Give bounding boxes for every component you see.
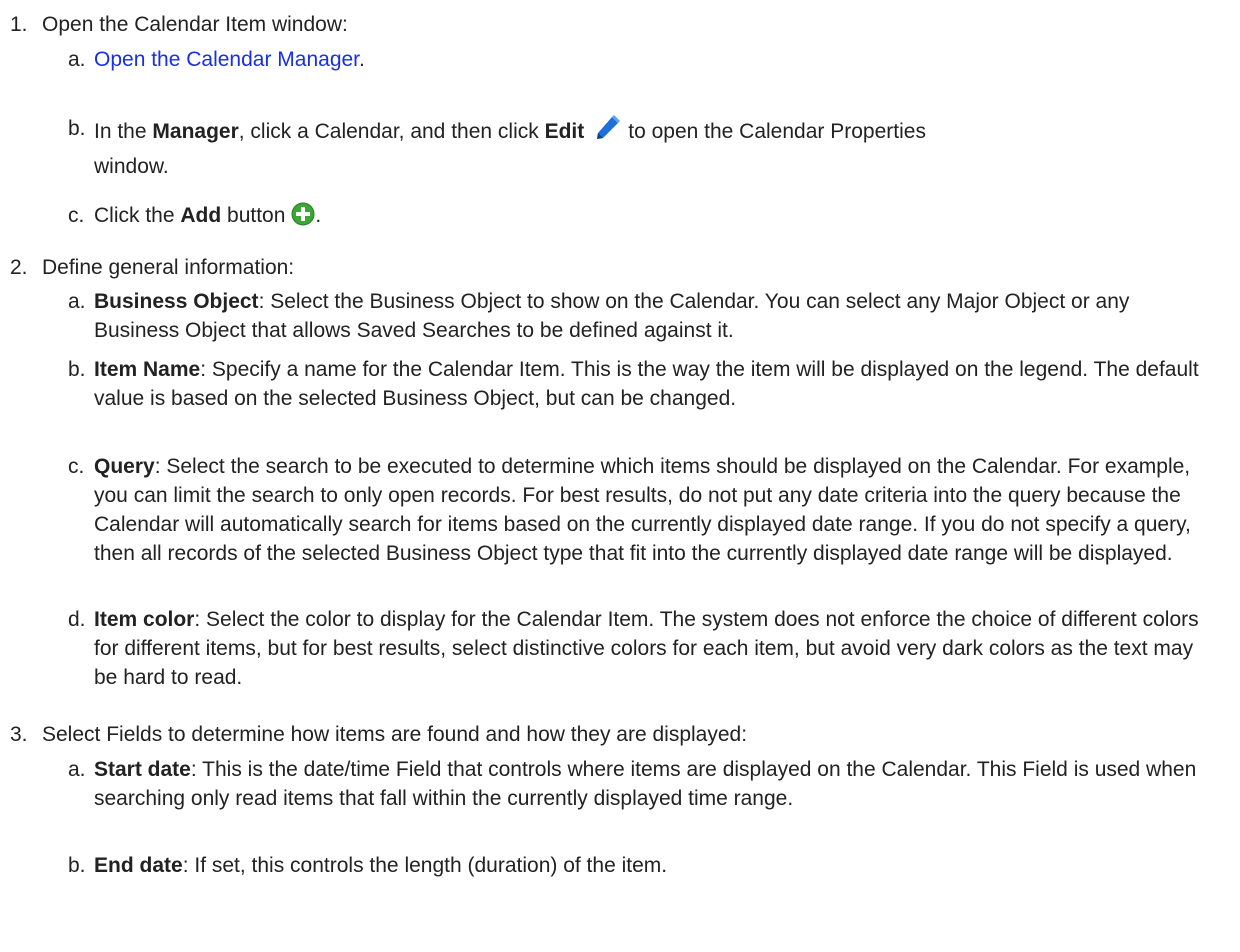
step-2-title: Define general information: xyxy=(42,256,295,279)
edit-pencil-icon xyxy=(592,114,622,152)
step-3a-label: a. xyxy=(68,758,86,781)
start-date-term: Start date xyxy=(94,758,191,781)
step-1a-text: Open the Calendar Manager. xyxy=(94,45,1220,74)
step-1c-text-1: Click the xyxy=(94,204,181,227)
step-2a-text: Business Object: Select the Business Obj… xyxy=(94,287,1220,345)
item-name-desc: : Specify a name for the Calendar Item. … xyxy=(94,358,1199,410)
step-2a-label: a. xyxy=(68,290,86,313)
item-color-term: Item color xyxy=(94,608,195,631)
step-3-number: 3. xyxy=(10,723,28,746)
step-2d-text: Item color: Select the color to display … xyxy=(94,605,1220,692)
edit-term: Edit xyxy=(544,120,585,143)
step-1a-period: . xyxy=(359,48,365,71)
step-3a-text: Start date: This is the date/time Field … xyxy=(94,755,1220,813)
step-2d-label: d. xyxy=(68,608,86,631)
query-desc: : Select the search to be executed to de… xyxy=(94,455,1191,565)
step-1c-period: . xyxy=(315,204,322,227)
step-2c-text: Query: Select the search to be executed … xyxy=(94,452,1220,568)
end-date-desc: : If set, this controls the length (dura… xyxy=(182,854,668,877)
step-3-title: Select Fields to determine how items are… xyxy=(42,723,748,746)
query-term: Query xyxy=(94,455,155,478)
step-2b-label: b. xyxy=(68,358,86,381)
step-1b-text-3: to open the Calendar Properties xyxy=(628,120,926,143)
step-1b-text: In the Manager, click a Calendar, and th… xyxy=(94,114,1220,181)
step-2b-text: Item Name: Specify a name for the Calend… xyxy=(94,355,1220,413)
business-object-term: Business Object xyxy=(94,290,259,313)
step-1-title: Open the Calendar Item window: xyxy=(42,13,348,36)
step-1a-label: a. xyxy=(68,48,86,71)
step-1c-text-2: button xyxy=(221,204,286,227)
manager-term: Manager xyxy=(152,120,239,143)
item-color-desc: : Select the color to display for the Ca… xyxy=(94,608,1199,689)
add-term: Add xyxy=(180,204,222,227)
document: 1. Open the Calendar Item window: a. Ope… xyxy=(0,0,1240,952)
step-1b-text-4: window. xyxy=(94,155,169,178)
end-date-term: End date xyxy=(94,854,183,877)
step-1b-label: b. xyxy=(68,117,86,140)
add-plus-icon xyxy=(291,202,315,234)
open-calendar-manager-link[interactable]: Open the Calendar Manager xyxy=(94,48,359,71)
step-3b-label: b. xyxy=(68,854,86,877)
step-2-number: 2. xyxy=(10,256,28,279)
step-3b-text: End date: If set, this controls the leng… xyxy=(94,851,1220,880)
step-2c-label: c. xyxy=(68,455,85,478)
start-date-desc: : This is the date/time Field that contr… xyxy=(94,758,1197,810)
step-1b-text-1: In the xyxy=(94,120,153,143)
step-1c-label: c. xyxy=(68,204,85,227)
step-1-number: 1. xyxy=(10,13,28,36)
step-1b-text-2: , click a Calendar, and then click xyxy=(238,120,545,143)
item-name-term: Item Name xyxy=(94,358,201,381)
step-1c-text: Click the Add button. xyxy=(94,201,1220,234)
